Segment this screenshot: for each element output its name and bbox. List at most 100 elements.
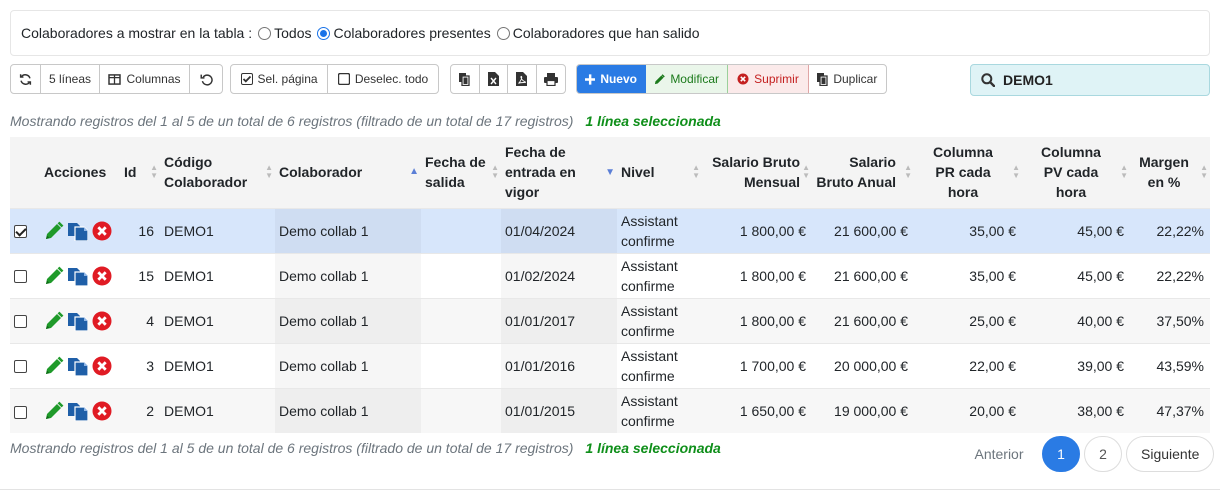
page-2-button[interactable]: 2 bbox=[1084, 436, 1122, 472]
sort-icon: ▲ ▼ bbox=[1200, 163, 1208, 181]
radio-left[interactable] bbox=[496, 26, 510, 40]
header-select bbox=[10, 137, 40, 208]
print-button[interactable] bbox=[537, 65, 565, 93]
row-checkbox[interactable] bbox=[14, 315, 27, 329]
search-value[interactable]: DEMO1 bbox=[1003, 72, 1053, 88]
cell-margin: 22,22% bbox=[1130, 207, 1210, 253]
delete-icon[interactable] bbox=[92, 401, 112, 421]
cell-collaborator: Demo collab 1 bbox=[275, 252, 421, 298]
cell-pv: 40,00 € bbox=[1022, 297, 1130, 343]
select-page-button[interactable]: Sel. página bbox=[231, 65, 329, 93]
row-checkbox-cell[interactable] bbox=[10, 207, 40, 253]
cell-pr: 20,00 € bbox=[914, 387, 1022, 433]
row-actions bbox=[40, 207, 120, 253]
row-checkbox-cell[interactable] bbox=[10, 252, 40, 298]
edit-pencil-icon[interactable] bbox=[44, 311, 64, 331]
page-1-button[interactable]: 1 bbox=[1042, 436, 1080, 472]
cell-level: Assistant confirme bbox=[617, 297, 702, 343]
cell-pr: 35,00 € bbox=[914, 207, 1022, 253]
table-row[interactable]: 2 DEMO1 Demo collab 1 01/01/2015 Assistant c… bbox=[10, 387, 1210, 433]
header-collaborator[interactable]: Colaborador ▲ bbox=[275, 137, 421, 208]
header-salary-month[interactable]: Salario Bruto Mensual ▲ ▼ bbox=[702, 137, 812, 208]
cell-salary-month: 1 700,00 € bbox=[702, 342, 812, 388]
header-start-date[interactable]: Fecha de entrada en vigor ▼ bbox=[501, 137, 617, 208]
reset-button[interactable] bbox=[190, 65, 222, 93]
page-length-button[interactable]: 5 líneas bbox=[41, 65, 100, 93]
delete-icon[interactable] bbox=[92, 266, 112, 286]
sort-icon: ▲ ▼ bbox=[802, 163, 810, 181]
header-pv[interactable]: Columna PV cada hora ▲ ▼ bbox=[1022, 137, 1130, 208]
pencil-icon bbox=[655, 73, 666, 84]
cell-collaborator: Demo collab 1 bbox=[275, 297, 421, 343]
row-checkbox[interactable] bbox=[14, 360, 27, 374]
selection-info: 1 línea seleccionada bbox=[585, 440, 721, 456]
header-id[interactable]: Id ▲ ▼ bbox=[120, 137, 160, 208]
header-exit-date[interactable]: Fecha de salida ▲ ▼ bbox=[421, 137, 501, 208]
duplicate-icon[interactable] bbox=[68, 311, 88, 331]
new-button[interactable]: Nuevo bbox=[577, 65, 646, 93]
table-view-controls: 5 líneas Columnas bbox=[10, 64, 223, 94]
copy-button[interactable] bbox=[451, 65, 480, 93]
delete-icon[interactable] bbox=[92, 356, 112, 376]
duplicate-icon[interactable] bbox=[68, 401, 88, 421]
next-page-button[interactable]: Siguiente bbox=[1126, 436, 1215, 472]
sort-icon: ▲ ▼ bbox=[904, 163, 912, 181]
refresh-button[interactable] bbox=[11, 65, 41, 93]
divider bbox=[0, 489, 1220, 490]
cell-start-date: 01/01/2017 bbox=[501, 297, 617, 343]
table-row[interactable]: 16 DEMO1 Demo collab 1 01/04/2024 Assistant … bbox=[10, 207, 1210, 253]
delete-icon[interactable] bbox=[92, 221, 112, 241]
radio-present[interactable] bbox=[317, 26, 331, 40]
edit-pencil-icon[interactable] bbox=[44, 266, 64, 286]
previous-page-button[interactable]: Anterior bbox=[960, 446, 1038, 462]
cell-code: DEMO1 bbox=[160, 207, 275, 253]
plus-icon bbox=[585, 73, 596, 85]
row-checkbox[interactable] bbox=[14, 405, 27, 419]
delete-button[interactable]: Suprimir bbox=[728, 65, 809, 93]
deselect-all-button[interactable]: Deselec. todo bbox=[328, 65, 438, 93]
edit-pencil-icon[interactable] bbox=[44, 401, 64, 421]
delete-icon[interactable] bbox=[92, 311, 112, 331]
cell-salary-month: 1 800,00 € bbox=[702, 207, 812, 253]
row-checkbox[interactable] bbox=[14, 270, 27, 284]
collaborators-table: Acciones Id ▲ ▼ Código Colaborador ▲ ▼ Colab… bbox=[10, 137, 1210, 433]
duplicate-icon[interactable] bbox=[68, 266, 88, 286]
filter-option-left[interactable]: Colaboradores que han salido bbox=[496, 25, 700, 41]
row-checkbox-cell[interactable] bbox=[10, 387, 40, 433]
duplicate-button[interactable]: Duplicar bbox=[809, 65, 886, 93]
edit-button[interactable]: Modificar bbox=[646, 65, 729, 93]
row-checkbox[interactable] bbox=[14, 225, 27, 239]
filter-option-present[interactable]: Colaboradores presentes bbox=[317, 25, 491, 41]
header-salary-year[interactable]: Salario Bruto Anual ▲ ▼ bbox=[812, 137, 914, 208]
header-pr[interactable]: Columna PR cada hora ▲ ▼ bbox=[914, 137, 1022, 208]
table-row[interactable]: 15 DEMO1 Demo collab 1 01/02/2024 Assistant … bbox=[10, 252, 1210, 298]
row-checkbox-cell[interactable] bbox=[10, 342, 40, 388]
edit-pencil-icon[interactable] bbox=[44, 221, 64, 241]
collaborator-filter: Colaboradores a mostrar en la tabla : To… bbox=[10, 10, 1210, 56]
print-icon bbox=[543, 72, 558, 86]
header-code[interactable]: Código Colaborador ▲ ▼ bbox=[160, 137, 275, 208]
row-actions bbox=[40, 342, 120, 388]
pdf-file-icon bbox=[516, 72, 528, 86]
pdf-button[interactable] bbox=[508, 65, 537, 93]
excel-button[interactable] bbox=[480, 65, 508, 93]
duplicate-icon[interactable] bbox=[68, 221, 88, 241]
edit-pencil-icon[interactable] bbox=[44, 356, 64, 376]
cell-level: Assistant confirme bbox=[617, 387, 702, 433]
cell-code: DEMO1 bbox=[160, 387, 275, 433]
table-row[interactable]: 3 DEMO1 Demo collab 1 01/01/2016 Assistant c… bbox=[10, 342, 1210, 388]
cell-salary-year: 21 600,00 € bbox=[812, 207, 914, 253]
cell-pv: 45,00 € bbox=[1022, 252, 1130, 298]
table-row[interactable]: 4 DEMO1 Demo collab 1 01/01/2017 Assistant c… bbox=[10, 297, 1210, 343]
search-input[interactable]: DEMO1 bbox=[970, 64, 1210, 96]
duplicate-icon[interactable] bbox=[68, 356, 88, 376]
filter-option-all[interactable]: Todos bbox=[258, 25, 311, 41]
radio-all[interactable] bbox=[258, 26, 272, 40]
record-controls: Nuevo Modificar Suprimir Duplicar bbox=[576, 64, 887, 94]
cell-id: 2 bbox=[120, 387, 160, 433]
row-checkbox-cell[interactable] bbox=[10, 297, 40, 343]
cell-margin: 37,50% bbox=[1130, 297, 1210, 343]
columns-button[interactable]: Columnas bbox=[100, 65, 190, 93]
header-level[interactable]: Nivel ▲ ▼ bbox=[617, 137, 702, 208]
header-margin[interactable]: Margen en % ▲ ▼ bbox=[1130, 137, 1210, 208]
